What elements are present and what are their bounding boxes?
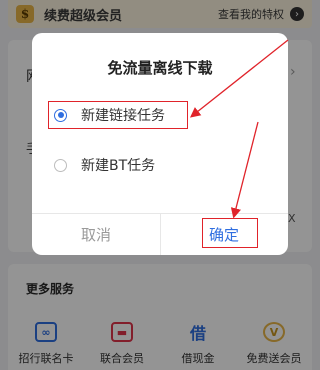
annotation-arrow [189,39,289,118]
annotation-arrow [230,121,259,219]
annotation-arrows [189,39,289,219]
